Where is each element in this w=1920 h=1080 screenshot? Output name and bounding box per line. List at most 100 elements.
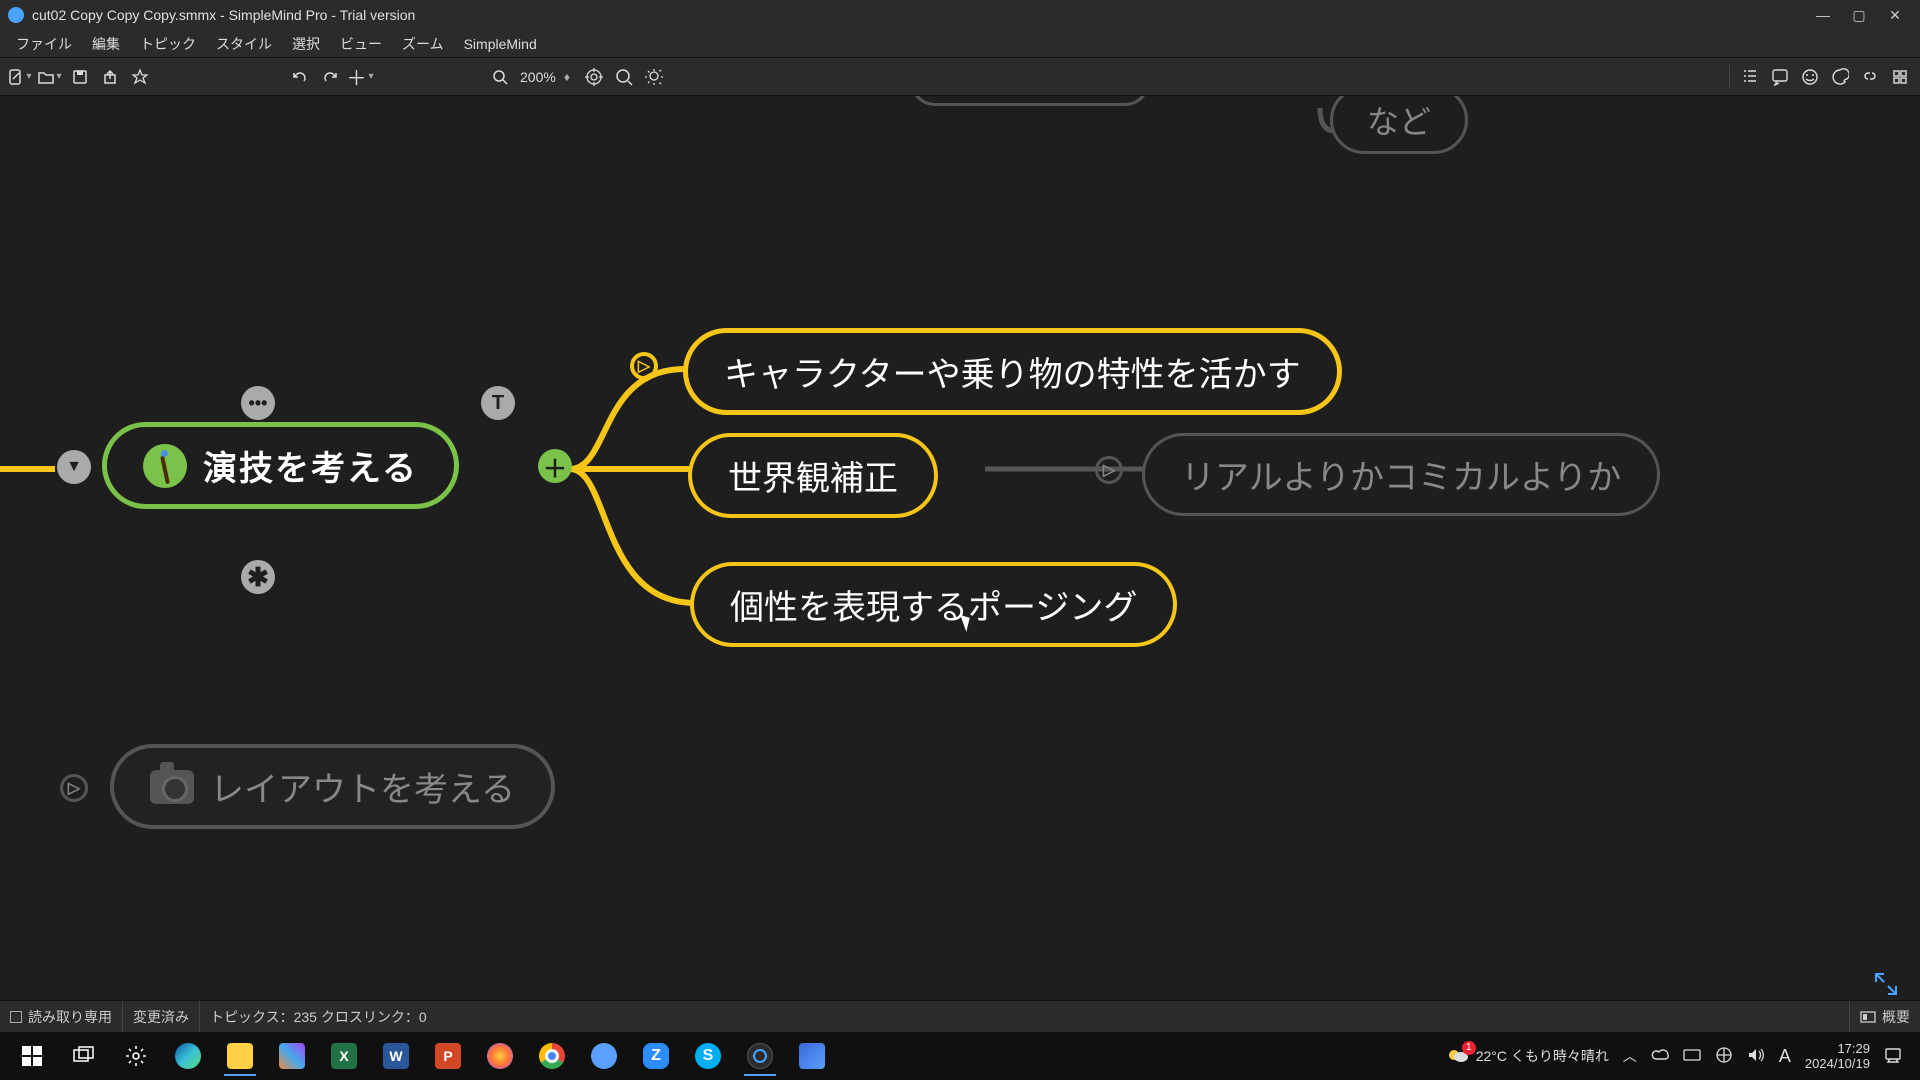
- start-button[interactable]: [12, 1036, 52, 1076]
- excel-app[interactable]: X: [324, 1036, 364, 1076]
- menu-select[interactable]: 選択: [282, 32, 330, 56]
- outline-panel-button[interactable]: [1738, 65, 1762, 89]
- chrome-app[interactable]: [532, 1036, 572, 1076]
- status-overview[interactable]: 概要: [1849, 1001, 1920, 1032]
- undo-button[interactable]: [288, 65, 312, 89]
- tray-volume-icon[interactable]: [1747, 1047, 1765, 1066]
- emoji-panel-button[interactable]: [1798, 65, 1822, 89]
- clock-time: 17:29: [1805, 1041, 1870, 1056]
- open-folder-button[interactable]: [38, 65, 62, 89]
- powerpoint-app[interactable]: P: [428, 1036, 468, 1076]
- title-bar: cut02 Copy Copy Copy.smmx - SimpleMind P…: [0, 0, 1920, 30]
- handle-more[interactable]: •••: [241, 386, 275, 420]
- handle-play-dim[interactable]: ▷: [1095, 456, 1123, 484]
- node-child-1[interactable]: キャラクターや乗り物の特性を活かす: [683, 328, 1342, 415]
- windows-taskbar: X W P Z S 1 22°C くもり時々晴れ ︿ A 17:29 2024/…: [0, 1032, 1920, 1080]
- target-button[interactable]: [582, 65, 606, 89]
- menu-zoom[interactable]: ズーム: [392, 32, 454, 56]
- node-label: 個性を表現するポージング: [730, 580, 1137, 629]
- node-label: リアルよりかコミカルよりか: [1181, 450, 1621, 499]
- tray-ime-icon[interactable]: A: [1779, 1046, 1791, 1067]
- task-view-button[interactable]: [64, 1036, 104, 1076]
- tray-clock[interactable]: 17:29 2024/10/19: [1805, 1041, 1870, 1071]
- handle-note[interactable]: ✱: [241, 560, 275, 594]
- mail-app[interactable]: [584, 1036, 624, 1076]
- favorite-button[interactable]: [128, 65, 152, 89]
- redo-button[interactable]: [318, 65, 342, 89]
- add-topic-button[interactable]: ＋: [348, 65, 372, 89]
- weather-widget[interactable]: 1 22°C くもり時々晴れ: [1446, 1045, 1609, 1068]
- tray-chevron-icon[interactable]: ︿: [1623, 1046, 1637, 1066]
- status-topics-label: トピックス：235 クロスリンク：0: [210, 1007, 427, 1027]
- system-tray: 1 22°C くもり時々晴れ ︿ A 17:29 2024/10/19: [1446, 1041, 1914, 1071]
- skype-app[interactable]: S: [688, 1036, 728, 1076]
- maximize-button[interactable]: ▢: [1852, 8, 1866, 22]
- clock-date: 2024/10/19: [1805, 1056, 1870, 1071]
- node-dim-partial[interactable]: [910, 96, 1150, 106]
- zoom-icon[interactable]: [488, 65, 512, 89]
- handle-text[interactable]: T: [481, 386, 515, 420]
- close-button[interactable]: ✕: [1888, 8, 1902, 22]
- new-file-button[interactable]: [8, 65, 32, 89]
- settings-app[interactable]: [116, 1036, 156, 1076]
- camera-icon: [150, 770, 194, 804]
- handle-play[interactable]: ▷: [630, 352, 658, 380]
- menu-topic[interactable]: トピック: [130, 32, 206, 56]
- firefox-app[interactable]: [480, 1036, 520, 1076]
- overview-icon: [1860, 1009, 1876, 1025]
- zoom-updown-icon[interactable]: ♦: [564, 70, 570, 84]
- tray-notifications-icon[interactable]: [1884, 1047, 1902, 1066]
- node-child-3[interactable]: 個性を表現するポージング: [690, 562, 1177, 647]
- zoom-level[interactable]: 200%: [520, 69, 556, 85]
- notes-panel-button[interactable]: [1768, 65, 1792, 89]
- idea-button[interactable]: [642, 65, 666, 89]
- share-button[interactable]: [98, 65, 122, 89]
- menu-simplemind[interactable]: SimpleMind: [454, 34, 547, 54]
- status-overview-label: 概要: [1882, 1007, 1910, 1027]
- status-modified-label: 変更済み: [133, 1007, 189, 1027]
- node-dim-right[interactable]: リアルよりかコミカルよりか: [1142, 433, 1660, 516]
- minimize-button[interactable]: —: [1816, 8, 1830, 22]
- status-readonly-label: 読み取り専用: [28, 1007, 112, 1027]
- node-label: 世界観補正: [728, 451, 898, 500]
- status-modified: 変更済み: [123, 1001, 200, 1032]
- word-app[interactable]: W: [376, 1036, 416, 1076]
- window-title: cut02 Copy Copy Copy.smmx - SimpleMind P…: [32, 7, 1816, 23]
- node-label: キャラクターや乗り物の特性を活かす: [724, 347, 1301, 396]
- menu-view[interactable]: ビュー: [330, 32, 392, 56]
- tray-cloud-icon[interactable]: [1651, 1048, 1669, 1065]
- misc-app[interactable]: [792, 1036, 832, 1076]
- search-button[interactable]: [612, 65, 636, 89]
- checkbox-icon[interactable]: [10, 1011, 22, 1023]
- save-button[interactable]: [68, 65, 92, 89]
- node-root[interactable]: 演技を考える: [102, 422, 459, 509]
- palette-panel-button[interactable]: [1828, 65, 1852, 89]
- app-icon: [8, 7, 24, 23]
- menu-style[interactable]: スタイル: [206, 32, 282, 56]
- node-child-2[interactable]: 世界観補正: [688, 433, 938, 518]
- handle-play-dim-bottom[interactable]: ▷: [60, 774, 88, 802]
- menu-edit[interactable]: 編集: [82, 32, 130, 56]
- handle-collapse[interactable]: ▼: [57, 450, 91, 484]
- node-dim-bottom[interactable]: レイアウトを考える: [110, 744, 555, 829]
- style-panel-button[interactable]: [1888, 65, 1912, 89]
- app-colorful[interactable]: [272, 1036, 312, 1076]
- explorer-app[interactable]: [220, 1036, 260, 1076]
- mindmap-canvas[interactable]: など 演技を考える ••• T ✱ ▼ ＋ キャラクターや乗り物の特性を活かす …: [0, 96, 1920, 1048]
- tray-keyboard-icon[interactable]: [1683, 1048, 1701, 1065]
- simplemind-app[interactable]: [740, 1036, 780, 1076]
- link-panel-button[interactable]: [1858, 65, 1882, 89]
- status-bar: 読み取り専用 変更済み トピックス：235 クロスリンク：0 概要: [0, 1000, 1920, 1032]
- tray-network-icon[interactable]: [1715, 1047, 1733, 1066]
- status-readonly[interactable]: 読み取り専用: [0, 1001, 123, 1032]
- resize-corner-icon[interactable]: [1872, 970, 1900, 998]
- handle-add-child[interactable]: ＋: [538, 449, 572, 483]
- edge-app[interactable]: [168, 1036, 208, 1076]
- zoom-app[interactable]: Z: [636, 1036, 676, 1076]
- status-topics: トピックス：235 クロスリンク：0: [200, 1001, 437, 1032]
- node-label: レイアウトを考える: [210, 762, 515, 811]
- menu-file[interactable]: ファイル: [6, 32, 82, 56]
- menu-bar: ファイル 編集 トピック スタイル 選択 ビュー ズーム SimpleMind: [0, 30, 1920, 58]
- node-dim-top[interactable]: など: [1330, 96, 1468, 154]
- node-label: など: [1367, 97, 1431, 143]
